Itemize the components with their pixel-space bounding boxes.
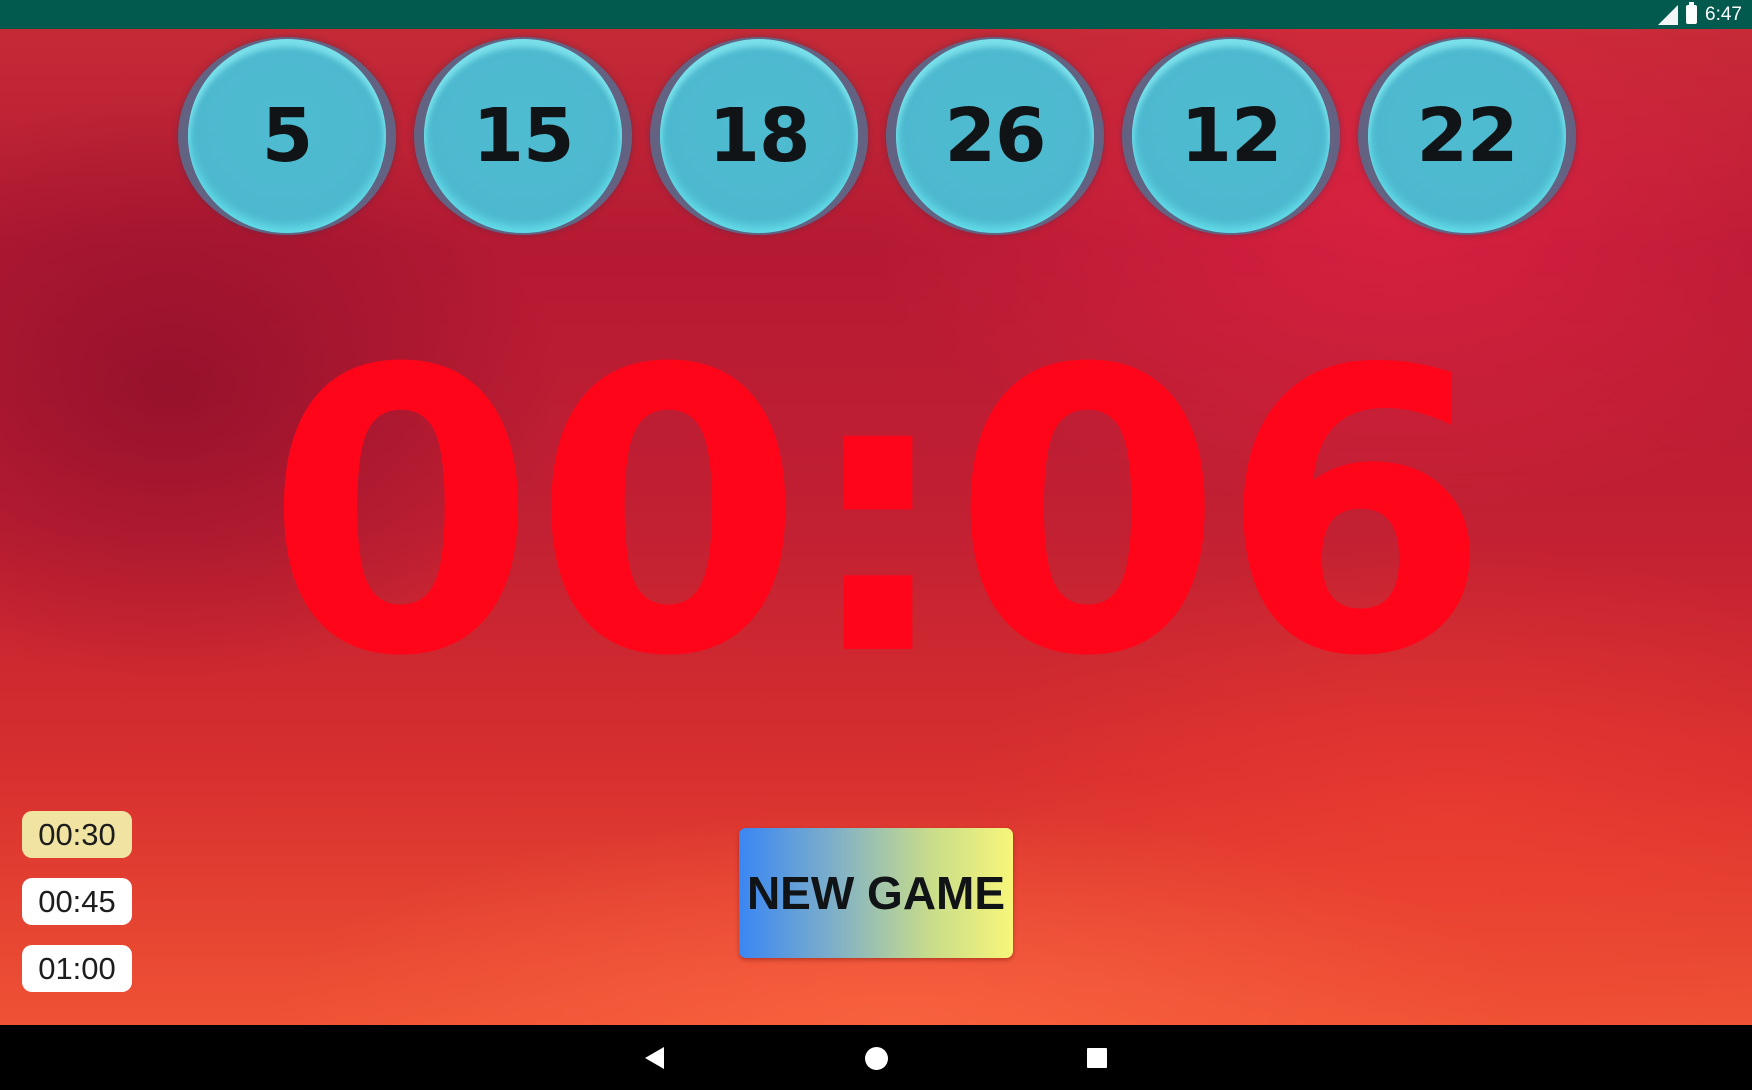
- number-ball-face: 18: [660, 39, 858, 233]
- status-time: 6:47: [1705, 4, 1742, 25]
- preset-60s-button[interactable]: 01:00: [22, 945, 132, 992]
- number-ball[interactable]: 5: [178, 37, 396, 235]
- number-ball-face: 12: [1132, 39, 1330, 233]
- recents-icon: [1087, 1048, 1107, 1068]
- status-bar: 6:47: [0, 0, 1752, 29]
- new-game-button[interactable]: NEW GAME: [739, 828, 1013, 958]
- game-screen: 6:47 5 15 18 26 12 22 00:06 00:30 00:45 …: [0, 0, 1752, 1090]
- recents-button[interactable]: [1080, 1041, 1114, 1075]
- back-icon: [644, 1047, 664, 1069]
- number-ball-value: 18: [708, 93, 811, 179]
- number-ball-face: 26: [896, 39, 1094, 233]
- number-ball-value: 5: [261, 93, 313, 179]
- number-ball-face: 15: [424, 39, 622, 233]
- number-ball-value: 22: [1416, 93, 1519, 179]
- number-ball[interactable]: 15: [414, 37, 632, 235]
- number-ball[interactable]: 26: [886, 37, 1104, 235]
- status-icons: 6:47: [1658, 2, 1742, 27]
- number-ball-value: 15: [472, 93, 575, 179]
- number-ball[interactable]: 22: [1358, 37, 1576, 235]
- navigation-bar: [0, 1025, 1752, 1090]
- battery-icon: [1686, 2, 1698, 24]
- home-button[interactable]: [859, 1041, 893, 1075]
- countdown-timer: 00:06: [265, 287, 1490, 741]
- home-icon: [864, 1046, 888, 1070]
- number-ball[interactable]: 12: [1122, 37, 1340, 235]
- number-ball-face: 5: [188, 39, 386, 233]
- game-area: 5 15 18 26 12 22 00:06 00:30 00:45 01:00…: [0, 29, 1752, 1025]
- signal-icon: [1658, 4, 1679, 25]
- number-ball[interactable]: 18: [650, 37, 868, 235]
- number-ball-value: 26: [944, 93, 1047, 179]
- back-button[interactable]: [637, 1041, 671, 1075]
- preset-45s-button[interactable]: 00:45: [22, 878, 132, 925]
- number-ball-value: 12: [1180, 93, 1283, 179]
- preset-30s-button[interactable]: 00:30: [22, 811, 132, 858]
- numbers-row: 5 15 18 26 12 22: [178, 37, 1576, 235]
- number-ball-face: 22: [1368, 39, 1566, 233]
- time-presets: 00:30 00:45 01:00: [22, 811, 132, 992]
